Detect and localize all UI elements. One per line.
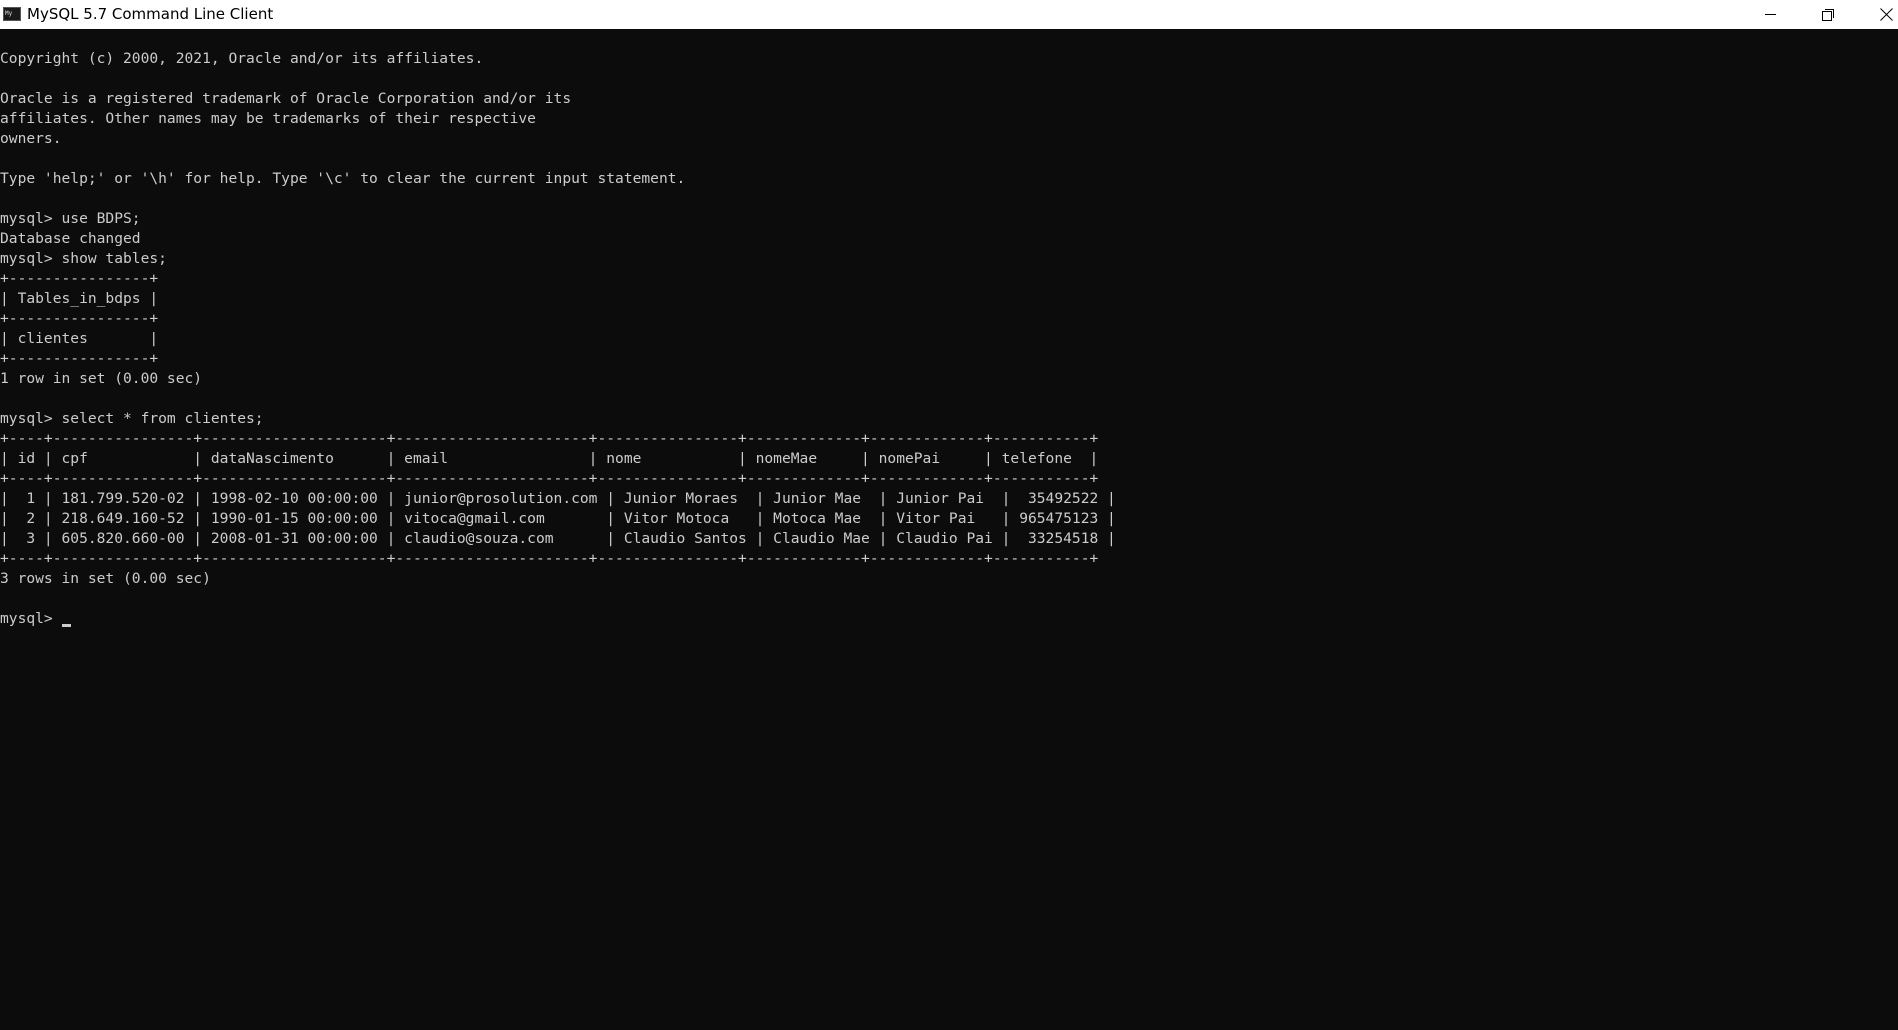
mysql-console-icon[interactable]: My — [3, 7, 21, 21]
table-row: | clientes | — [0, 330, 159, 347]
command-line: mysql> show tables; — [0, 250, 167, 267]
close-icon — [1880, 7, 1894, 21]
help-hint-line: Type 'help;' or '\h' for help. Type '\c'… — [0, 170, 686, 187]
window-title: MySQL 5.7 Command Line Client — [27, 5, 274, 23]
console-line: Oracle is a registered trademark of Orac… — [0, 90, 572, 107]
console-line: owners. — [0, 130, 62, 147]
table-border: +----+----------------+-----------------… — [0, 470, 1099, 487]
minimize-button[interactable] — [1742, 0, 1798, 29]
table-header: | id | cpf | dataNascimento | email | no… — [0, 450, 1099, 467]
table-row: | 1 | 181.799.520-02 | 1998-02-10 00:00:… — [0, 490, 1116, 507]
result-summary: 3 rows in set (0.00 sec) — [0, 570, 211, 587]
title-bar[interactable]: My MySQL 5.7 Command Line Client — [0, 0, 1898, 29]
table-border: +----------------+ — [0, 350, 159, 367]
table-row: | 3 | 605.820.660-00 | 2008-01-31 00:00:… — [0, 530, 1116, 547]
restore-button[interactable] — [1799, 0, 1855, 29]
mysql-prompt: mysql> — [0, 610, 62, 627]
console-window: My MySQL 5.7 Command Line Client Copyrig… — [0, 0, 1898, 1030]
table-border: +----+----------------+-----------------… — [0, 430, 1099, 447]
table-row: | 2 | 218.649.160-52 | 1990-01-15 00:00:… — [0, 510, 1116, 527]
table-header: | Tables_in_bdps | — [0, 290, 159, 307]
command-line: mysql> select * from clientes; — [0, 410, 264, 427]
table-border: +----------------+ — [0, 270, 159, 287]
close-button[interactable] — [1856, 0, 1898, 29]
table-border: +----+----------------+-----------------… — [0, 550, 1099, 567]
prompt-line[interactable]: mysql> — [0, 609, 1898, 629]
result-summary: 1 row in set (0.00 sec) — [0, 370, 203, 387]
console-output[interactable]: Copyright (c) 2000, 2021, Oracle and/or … — [0, 49, 1898, 1030]
console-line: Database changed — [0, 230, 141, 247]
text-cursor — [61, 624, 71, 627]
minimize-icon — [1765, 14, 1776, 15]
command-line: mysql> use BDPS; — [0, 210, 141, 227]
console-line: Copyright (c) 2000, 2021, Oracle and/or … — [0, 50, 484, 67]
console-line: affiliates. Other names may be trademark… — [0, 110, 536, 127]
table-border: +----------------+ — [0, 310, 159, 327]
